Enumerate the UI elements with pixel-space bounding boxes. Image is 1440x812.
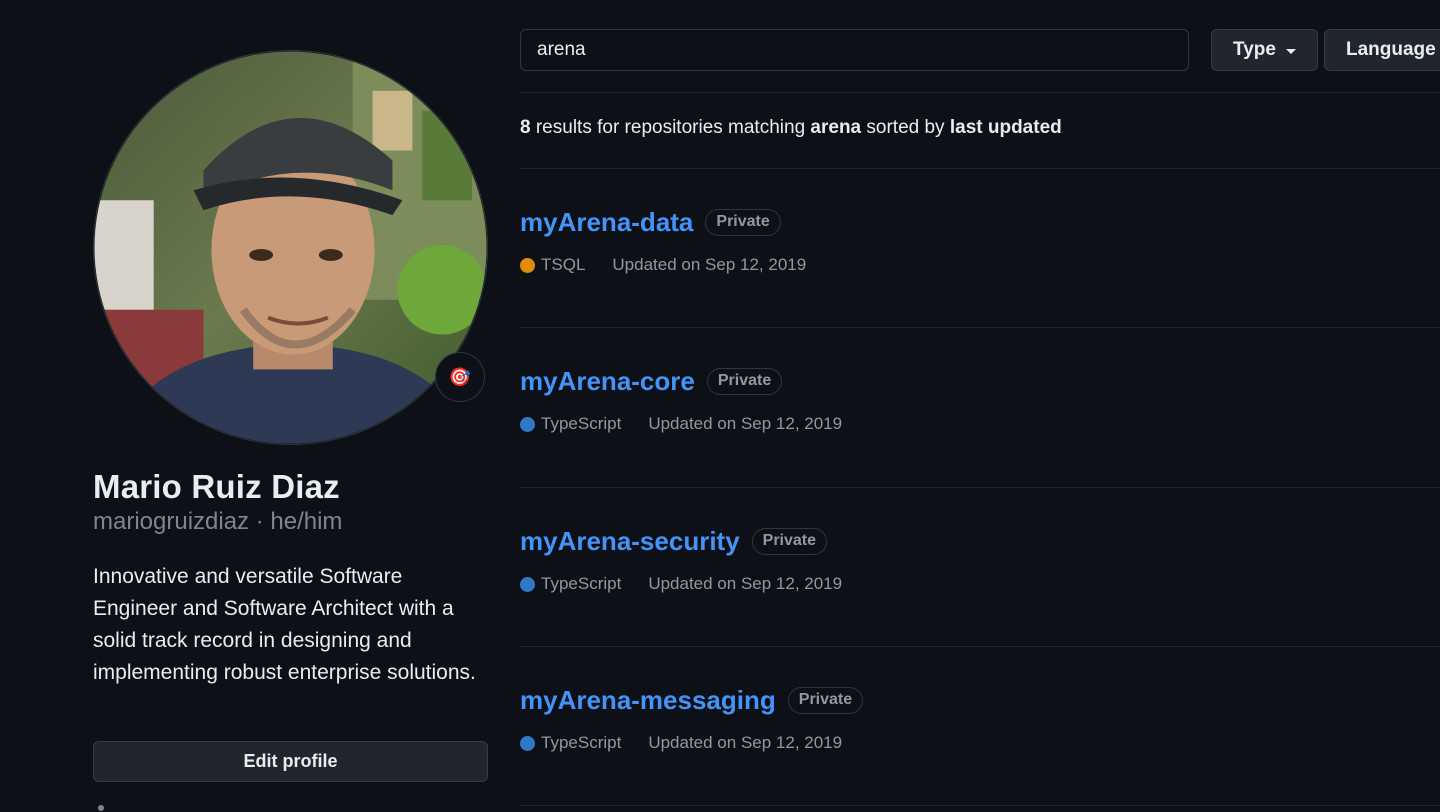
visibility-badge: Private: [751, 527, 828, 555]
repo-updated: Updated on Sep 12, 2019: [648, 414, 843, 433]
repo-language: TypeScript: [541, 733, 622, 752]
repo-header: myArena-data Private: [520, 207, 1440, 237]
profile-sidebar: 🎯 Mario Ruiz Diaz mariogruizdiaz · he/hi…: [93, 0, 489, 812]
avatar-container: 🎯: [93, 50, 488, 445]
type-filter-button[interactable]: Type: [1211, 29, 1318, 71]
divider: [520, 646, 1440, 647]
profile-page: 🎯 Mario Ruiz Diaz mariogruizdiaz · he/hi…: [0, 0, 1440, 812]
language-filter-button[interactable]: Language: [1324, 29, 1440, 71]
repo-header: myArena-messaging Private: [520, 685, 1440, 715]
repo-updated: Updated on Sep 12, 2019: [648, 733, 843, 752]
repo-updated: Updated on Sep 12, 2019: [648, 574, 843, 593]
edit-profile-button[interactable]: Edit profile: [93, 741, 488, 782]
divider: [520, 92, 1440, 93]
repo-language: TypeScript: [541, 414, 622, 433]
repo-meta: TypeScript Updated on Sep 12, 2019: [520, 574, 1440, 594]
profile-bio: Innovative and versatile Software Engine…: [93, 565, 476, 684]
language-color-icon: [520, 257, 535, 273]
divider: [520, 327, 1440, 328]
repository-search-input[interactable]: [520, 29, 1189, 71]
language-color-icon: [520, 576, 535, 592]
repo-name-link[interactable]: myArena-data: [520, 207, 693, 238]
summary-sort: last updated: [949, 117, 1062, 138]
divider: [520, 805, 1440, 806]
visibility-badge: Private: [787, 686, 864, 714]
divider: [520, 487, 1440, 488]
repo-list-item: myArena-messaging Private TypeScript Upd…: [520, 685, 1440, 753]
visibility-badge: Private: [705, 208, 781, 236]
summary-text-2: sorted by: [861, 117, 950, 138]
repo-name-link[interactable]: myArena-security: [520, 526, 740, 557]
summary-query: arena: [810, 117, 862, 138]
followers-row: [93, 801, 109, 812]
language-filter-label: Language: [1346, 39, 1436, 60]
repo-language: TSQL: [541, 255, 586, 274]
visibility-badge: Private: [706, 367, 783, 395]
profile-full-name: Mario Ruiz Diaz: [93, 468, 340, 505]
language-color-icon: [520, 735, 535, 751]
status-emoji-button[interactable]: 🎯: [435, 352, 485, 402]
results-count: 8: [520, 117, 531, 138]
profile-login-pronouns: mariogruizdiaz · he/him: [93, 508, 343, 535]
repo-name-link[interactable]: myArena-messaging: [520, 685, 776, 716]
summary-text-1: results for repositories matching: [530, 117, 811, 138]
repo-meta: TypeScript Updated on Sep 12, 2019: [520, 733, 1440, 753]
repo-meta: TSQL Updated on Sep 12, 2019: [520, 255, 1440, 275]
type-filter-label: Type: [1233, 39, 1276, 60]
chevron-down-icon: [1285, 48, 1296, 54]
avatar[interactable]: [93, 50, 488, 445]
search-results-summary: 8 results for repositories matching aren…: [520, 117, 1062, 139]
language-color-icon: [520, 416, 535, 432]
repo-header: myArena-core Private: [520, 366, 1440, 396]
people-icon: [98, 805, 104, 811]
repo-meta: TypeScript Updated on Sep 12, 2019: [520, 414, 1440, 434]
repo-name-link[interactable]: myArena-core: [520, 366, 695, 397]
repo-updated: Updated on Sep 12, 2019: [612, 255, 807, 274]
repo-list-item: myArena-security Private TypeScript Upda…: [520, 526, 1440, 594]
status-emoji-icon: 🎯: [448, 366, 472, 387]
repo-list-item: myArena-data Private TSQL Updated on Sep…: [520, 207, 1440, 275]
repositories-panel: Type Language 8 results for repositories…: [520, 0, 1440, 812]
repo-language: TypeScript: [541, 574, 622, 593]
divider: [520, 168, 1440, 169]
repo-list-item: myArena-core Private TypeScript Updated …: [520, 366, 1440, 434]
repo-header: myArena-security Private: [520, 526, 1440, 556]
